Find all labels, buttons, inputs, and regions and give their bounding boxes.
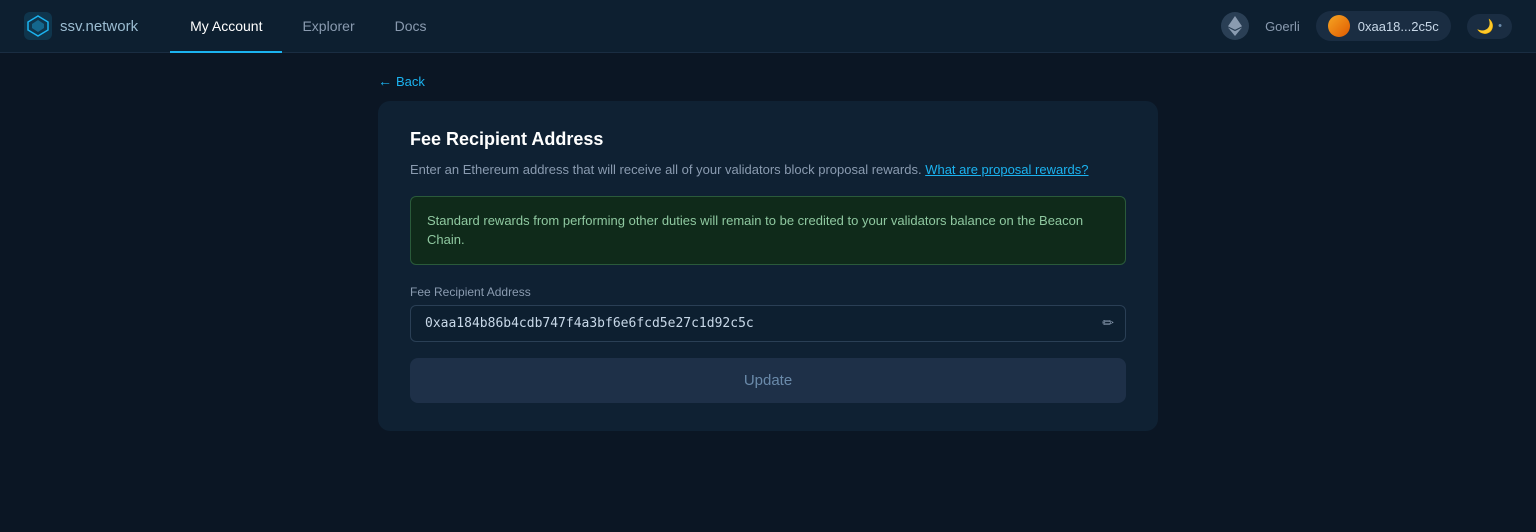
wallet-address: 0xaa18...2c5c [1358, 19, 1439, 34]
nav-links: My Account Explorer Docs [170, 0, 1221, 53]
proposal-rewards-link[interactable]: What are proposal rewards? [925, 162, 1088, 177]
navbar: ssv.network My Account Explorer Docs Goe… [0, 0, 1536, 53]
card-description-text: Enter an Ethereum address that will rece… [410, 162, 922, 177]
theme-toggle[interactable]: 🌙 • [1467, 14, 1512, 39]
nav-my-account[interactable]: My Account [170, 0, 282, 53]
logo[interactable]: ssv.network [24, 12, 138, 40]
update-button[interactable]: Update [410, 358, 1126, 403]
logo-text: ssv.network [60, 18, 138, 35]
network-label: Goerli [1265, 19, 1300, 34]
ssv-logo-icon [24, 12, 52, 40]
back-link-label: Back [396, 74, 425, 89]
fee-recipient-card: Fee Recipient Address Enter an Ethereum … [378, 101, 1158, 431]
info-box-text: Standard rewards from performing other d… [427, 211, 1109, 250]
navbar-right: Goerli 0xaa18...2c5c 🌙 • [1221, 11, 1512, 41]
info-box: Standard rewards from performing other d… [410, 196, 1126, 265]
card-description: Enter an Ethereum address that will rece… [410, 160, 1126, 180]
nav-explorer[interactable]: Explorer [282, 0, 374, 53]
back-arrow-icon: ← [378, 73, 392, 89]
card-title: Fee Recipient Address [410, 129, 1126, 150]
logo-bold: ssv [60, 18, 81, 35]
nav-docs[interactable]: Docs [375, 0, 447, 53]
eth-icon [1221, 12, 1249, 40]
wallet-badge[interactable]: 0xaa18...2c5c [1316, 11, 1451, 41]
edit-address-button[interactable]: ✏ [1102, 315, 1114, 332]
address-input-wrapper: ✏ [410, 305, 1126, 342]
form-label: Fee Recipient Address [410, 285, 1126, 299]
theme-dot: • [1498, 20, 1502, 32]
edit-icon: ✏ [1102, 315, 1114, 332]
back-link[interactable]: ← Back [378, 73, 1158, 89]
logo-light: .network [81, 18, 138, 35]
main-content: ← Back Fee Recipient Address Enter an Et… [0, 53, 1536, 532]
wallet-avatar [1328, 15, 1350, 37]
address-input[interactable] [410, 305, 1126, 342]
moon-icon: 🌙 [1477, 18, 1494, 35]
back-link-container: ← Back [378, 73, 1158, 89]
